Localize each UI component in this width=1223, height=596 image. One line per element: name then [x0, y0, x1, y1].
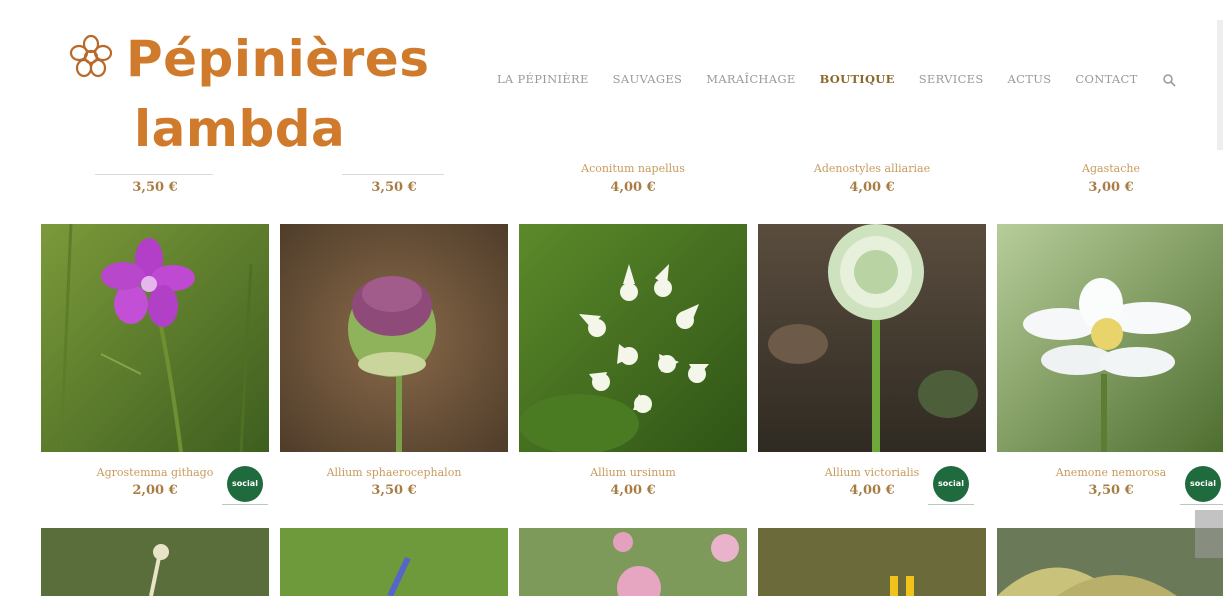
brand-logo[interactable]: Pépinières lambda	[60, 14, 460, 164]
product-caption[interactable]: Allium sphaerocephalon 3,50 €	[280, 466, 508, 498]
product-cell[interactable]: Adenostyles alliariae 4,00 €	[758, 162, 986, 195]
product-name[interactable]	[41, 162, 269, 178]
badge-caption-line	[1180, 504, 1223, 508]
badge-circle: social	[933, 466, 969, 502]
product-image-next[interactable]	[519, 528, 747, 596]
product-cell[interactable]: Aconitum napellus 4,00 €	[519, 162, 747, 195]
nav-item-actus[interactable]: ACTUS	[1008, 72, 1052, 86]
product-name[interactable]: Aconitum napellus	[519, 162, 747, 178]
product-image-allium-sphaerocephalon[interactable]	[280, 224, 508, 452]
product-image-next[interactable]	[997, 528, 1223, 596]
product-price: 3,50 €	[132, 180, 178, 195]
product-image-allium-victorialis[interactable]	[758, 224, 986, 452]
social-badge-icon: social	[928, 466, 974, 512]
product-name[interactable]	[280, 162, 508, 178]
product-image-agrostemma[interactable]	[41, 224, 269, 452]
product-name[interactable]: Allium ursinum	[519, 466, 747, 479]
product-price: 3,50 €	[371, 180, 417, 195]
scrollbar-track[interactable]	[1217, 20, 1223, 150]
previous-products-row: 3,50 € 3,50 € Aconitum napellus 4,00 € A…	[0, 162, 1223, 202]
product-cell[interactable]: 3,50 €	[41, 162, 269, 195]
search-icon[interactable]	[1162, 72, 1176, 87]
nav-item-maraichage[interactable]: MARAÎCHAGE	[706, 72, 795, 86]
product-price: 3,00 €	[1088, 180, 1134, 195]
badge-caption-line	[222, 504, 268, 508]
product-cell[interactable]: Agastache 3,00 €	[997, 162, 1223, 195]
product-caption[interactable]: Allium ursinum 4,00 €	[519, 466, 747, 498]
badge-circle: social	[227, 466, 263, 502]
product-name[interactable]: Adenostyles alliariae	[758, 162, 986, 178]
social-badge-icon: social	[222, 466, 268, 512]
product-cell[interactable]: 3,50 €	[280, 162, 508, 195]
nav-item-contact[interactable]: CONTACT	[1075, 72, 1137, 86]
social-badge-icon: social	[1180, 466, 1223, 512]
product-price: 4,00 €	[610, 180, 656, 195]
product-name[interactable]: Allium sphaerocephalon	[280, 466, 508, 479]
product-image-next[interactable]	[758, 528, 986, 596]
product-price: 4,00 €	[849, 180, 895, 195]
badge-caption-line	[928, 504, 974, 508]
product-image-next[interactable]	[280, 528, 508, 596]
badge-circle: social	[1185, 466, 1221, 502]
scroll-to-top-button[interactable]	[1195, 510, 1223, 558]
product-image-next[interactable]	[41, 528, 269, 596]
product-price: 3,50 €	[371, 483, 417, 498]
product-name[interactable]: Agastache	[997, 162, 1223, 178]
main-nav: LA PÉPINIÈRE SAUVAGES MARAÎCHAGE BOUTIQU…	[497, 68, 1176, 90]
product-image-anemone-nemorosa[interactable]	[997, 224, 1223, 452]
nav-item-la-pepiniere[interactable]: LA PÉPINIÈRE	[497, 72, 589, 86]
nav-item-boutique[interactable]: BOUTIQUE	[820, 72, 895, 86]
product-price: 4,00 €	[610, 483, 656, 498]
nav-item-sauvages[interactable]: SAUVAGES	[613, 72, 683, 86]
brand-name-line1: Pépinières	[126, 30, 430, 88]
nav-item-services[interactable]: SERVICES	[919, 72, 984, 86]
product-image-allium-ursinum[interactable]	[519, 224, 747, 452]
flower-icon	[69, 34, 113, 78]
brand-name-line2: lambda	[134, 100, 346, 158]
